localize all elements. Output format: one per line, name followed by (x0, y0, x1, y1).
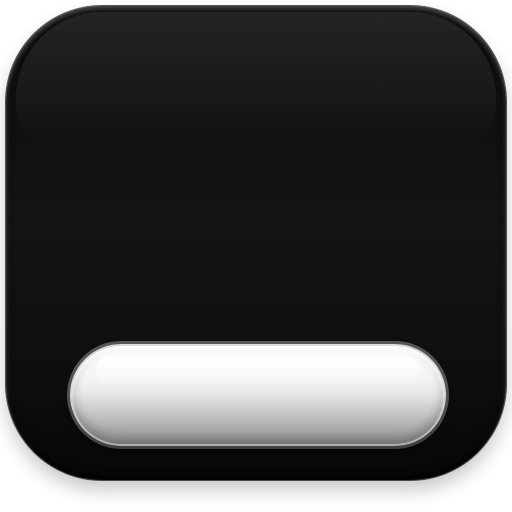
app-icon (6, 6, 506, 480)
icon-canvas (0, 0, 512, 512)
bottom-bar-icon (70, 344, 446, 446)
